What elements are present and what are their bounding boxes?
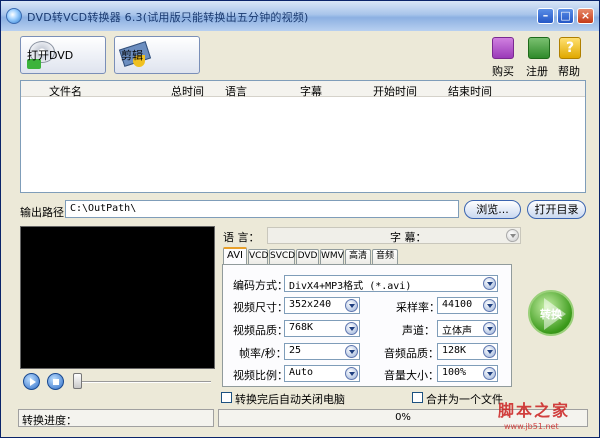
tab-avi[interactable]: AVI (223, 247, 247, 265)
watermark-url: www.jb51.net (504, 422, 559, 431)
column-header-duration[interactable]: 总时间 (171, 83, 204, 99)
progress-label: 转换进度： (18, 409, 214, 427)
watermark-logo: 脚本之家 (498, 401, 571, 420)
video-quality-label: 视频品质： (233, 324, 288, 337)
tab-dvd[interactable]: DVD (296, 249, 319, 264)
volume-value: 100% (442, 367, 467, 378)
column-header-start-time[interactable]: 开始时间 (373, 83, 417, 99)
aspect-ratio-label: 视频比例： (233, 369, 288, 382)
chevron-down-icon[interactable] (483, 322, 496, 335)
aspect-ratio-value: Auto (289, 367, 314, 378)
channel-select[interactable]: 立体声 (437, 320, 498, 337)
cart-icon[interactable] (492, 37, 514, 59)
close-button[interactable]: × (577, 8, 594, 24)
audio-quality-value: 128K (442, 345, 467, 356)
channel-label: 声道： (402, 324, 435, 337)
minimize-button[interactable]: – (537, 8, 554, 24)
fps-select[interactable]: 25 (284, 343, 360, 360)
column-header-filename[interactable]: 文件名 (49, 83, 82, 99)
sample-rate-value: 44100 (442, 299, 473, 310)
chevron-down-icon[interactable] (483, 345, 496, 358)
shutdown-checkbox[interactable] (221, 392, 232, 403)
merge-checkbox-label[interactable]: 合并为一个文件 (426, 391, 503, 407)
buy-label[interactable]: 购买 (492, 63, 514, 79)
file-list[interactable]: 文件名 总时间 语言 字幕 开始时间 结束时间 (20, 80, 586, 193)
window-title: DVD转VCD转换器 6.3(试用版只能转换出五分钟的视频) (27, 11, 309, 24)
maximize-button[interactable]: □ (557, 8, 574, 24)
convert-label: 转换 (540, 308, 562, 321)
codec-select[interactable]: DivX4+MP3格式 (*.avi) (284, 275, 498, 292)
subtitle-label: 字 幕： (390, 231, 427, 244)
chevron-down-icon[interactable] (345, 367, 358, 380)
merge-checkbox[interactable] (412, 392, 423, 403)
edit-button[interactable]: 剪辑 (114, 36, 200, 74)
aspect-ratio-select[interactable]: Auto (284, 365, 360, 382)
tab-vcd[interactable]: VCD (248, 249, 268, 264)
volume-select[interactable]: 100% (437, 365, 498, 382)
fps-value: 25 (289, 345, 302, 356)
app-window: DVD转VCD转换器 6.3(试用版只能转换出五分钟的视频) – □ × 打开D… (0, 0, 600, 438)
column-header-end-time[interactable]: 结束时间 (448, 83, 492, 99)
volume-label: 音量大小： (384, 369, 439, 382)
stop-icon[interactable] (47, 373, 64, 390)
app-icon (6, 8, 22, 24)
title-bar[interactable]: DVD转VCD转换器 6.3(试用版只能转换出五分钟的视频) – □ × (1, 1, 599, 31)
shutdown-checkbox-label[interactable]: 转换完后自动关闭电脑 (235, 391, 345, 407)
tab-hd[interactable]: 高清 (345, 249, 371, 264)
chevron-down-icon[interactable] (483, 299, 496, 312)
help-icon[interactable]: ? (559, 37, 581, 59)
progress-value: 0% (395, 412, 411, 423)
open-directory-button[interactable]: 打开目录 (527, 200, 586, 219)
edit-label: 剪辑 (121, 49, 143, 62)
register-label[interactable]: 注册 (526, 63, 548, 79)
channel-value: 立体声 (442, 326, 472, 337)
seek-slider-thumb[interactable] (73, 373, 82, 389)
file-list-header: 文件名 总时间 语言 字幕 开始时间 结束时间 (21, 81, 585, 99)
output-path-input[interactable]: C:\OutPath\ (65, 200, 459, 218)
fps-label: 帧率/秒： (239, 347, 287, 360)
seek-slider-track[interactable] (75, 381, 211, 383)
register-icon[interactable] (528, 37, 550, 59)
language-label: 语 言： (223, 231, 260, 244)
video-size-select[interactable]: 352x240 (284, 297, 360, 314)
help-label[interactable]: 帮助 (558, 63, 580, 79)
convert-button[interactable]: 转换 (528, 290, 574, 336)
column-header-subtitle[interactable]: 字幕 (300, 83, 322, 99)
sample-rate-select[interactable]: 44100 (437, 297, 498, 314)
play-icon[interactable] (23, 373, 40, 390)
video-preview (20, 226, 215, 369)
tab-audio[interactable]: 音频 (372, 249, 398, 264)
tab-wmv[interactable]: WMV (320, 249, 344, 264)
browse-button[interactable]: 浏览... (464, 200, 521, 219)
column-header-language[interactable]: 语言 (225, 83, 247, 99)
open-dvd-label: 打开DVD (27, 49, 74, 62)
chevron-down-icon[interactable] (483, 277, 496, 290)
chevron-down-icon[interactable] (483, 367, 496, 380)
chevron-down-icon[interactable] (345, 345, 358, 358)
sample-rate-label: 采样率： (396, 301, 440, 314)
tab-svcd[interactable]: SVCD (269, 249, 295, 264)
chevron-down-icon[interactable] (345, 299, 358, 312)
open-dvd-button[interactable]: 打开DVD (20, 36, 106, 74)
audio-quality-select[interactable]: 128K (437, 343, 498, 360)
video-quality-value: 768K (289, 322, 314, 333)
video-size-label: 视频尺寸： (233, 301, 288, 314)
codec-value: DivX4+MP3格式 (*.avi) (289, 281, 412, 292)
codec-label: 编码方式： (233, 279, 288, 292)
chevron-down-icon[interactable] (506, 229, 519, 242)
chevron-down-icon[interactable] (345, 322, 358, 335)
video-quality-select[interactable]: 768K (284, 320, 360, 337)
audio-quality-label: 音频品质： (384, 347, 439, 360)
video-size-value: 352x240 (289, 299, 332, 310)
